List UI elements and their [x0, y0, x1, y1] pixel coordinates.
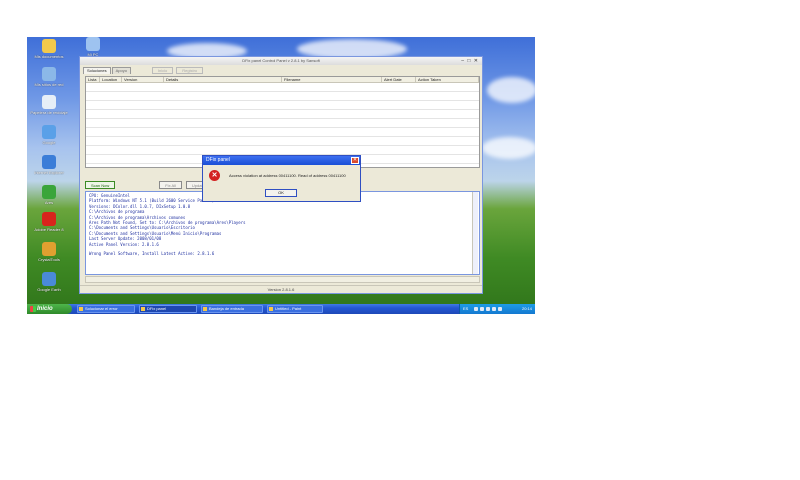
column-header[interactable]: Version	[122, 77, 164, 82]
minimize-icon[interactable]: –	[461, 58, 465, 64]
cloud	[482, 137, 535, 159]
messenger-tray-icon[interactable]	[492, 307, 496, 311]
desktop-icon-item[interactable]: Mi PC	[71, 37, 115, 57]
tab-soluciones[interactable]: Soluciones	[83, 67, 111, 74]
error-dialog[interactable]: DFix panel ✕ ✕ Access violation at addre…	[202, 155, 361, 202]
table-row[interactable]	[86, 101, 479, 110]
desktop-icon-item[interactable]: Google Earth	[27, 272, 71, 292]
taskbar-item[interactable]: Untitled - Paint	[267, 305, 323, 313]
browser-icon	[42, 125, 56, 139]
table-row[interactable]	[86, 137, 479, 146]
folder-icon	[203, 307, 207, 311]
system-tray: ES 20:14	[459, 304, 535, 314]
desktop-icon-label: CrystalTools	[38, 257, 60, 262]
error-icon: ✕	[209, 170, 220, 181]
taskbar-item-label: Solucionar el error	[85, 306, 118, 311]
desktop-icon-label: Adobe Reader 8	[34, 227, 64, 232]
table-row[interactable]	[86, 92, 479, 101]
log-output[interactable]: CPU: GenuineIntel Platform: Windows NT 5.…	[85, 191, 480, 275]
fix-all-button[interactable]: Fix All	[159, 181, 182, 189]
taskbar-item[interactable]: Solucionar el error	[77, 305, 135, 313]
table-row[interactable]	[86, 110, 479, 119]
column-header[interactable]: Alert Date	[382, 77, 416, 82]
desktop-icon-label: Mis documentos	[34, 54, 64, 59]
tray-icons	[474, 307, 502, 311]
app-tabs: Soluciones Apoyo Inicio Registro	[80, 65, 482, 74]
clock[interactable]: 20:14	[522, 304, 532, 314]
window-controls[interactable]: – □ ✕	[461, 57, 479, 65]
taskbar-item[interactable]: Bandeja de entrada	[201, 305, 263, 313]
desktop-icon-label: Ares	[44, 200, 54, 205]
recycle-bin-icon	[42, 95, 56, 109]
table-row[interactable]	[86, 83, 479, 92]
taskbar-item-label: Untitled - Paint	[275, 306, 302, 311]
column-header[interactable]: Action Taken	[416, 77, 479, 82]
close-icon[interactable]: ✕	[474, 58, 479, 64]
desktop-icon-item[interactable]: Mis documentos	[27, 39, 71, 59]
start-button[interactable]: Inicio	[27, 304, 72, 314]
desktop-icon-label: Google Earth	[37, 287, 61, 292]
computer-icon	[86, 37, 100, 51]
action-bar: Scan Now Fix All Update Now	[85, 181, 220, 189]
app-title: DFix panel Control Panel v 2.8.1 by Sans…	[242, 58, 320, 63]
column-header[interactable]: Details	[164, 77, 282, 82]
dialog-title-bar[interactable]: DFix panel ✕	[203, 156, 360, 165]
paint-icon	[269, 307, 273, 311]
status-bar: Version 2.8.1.6	[80, 285, 482, 293]
desktop-icon-label: Mis sitios de red	[34, 82, 64, 87]
log-horizontal-scrollbar[interactable]	[85, 276, 480, 283]
google-earth-icon	[42, 272, 56, 286]
ares-icon	[42, 185, 56, 199]
taskbar-item[interactable]: DFix panel	[139, 305, 197, 313]
volume-tray-icon[interactable]	[480, 307, 484, 311]
column-header[interactable]: Location	[100, 77, 122, 82]
tab-apoyo[interactable]: Apoyo	[111, 67, 131, 74]
cloud	[487, 77, 535, 103]
dialog-close-icon[interactable]: ✕	[351, 157, 359, 164]
desktop-icon-item[interactable]: Mis sitios de red	[27, 67, 71, 87]
desktop-icon-item[interactable]: Ares	[27, 185, 71, 205]
tools-icon	[42, 242, 56, 256]
app-title-bar[interactable]: DFix panel Control Panel v 2.8.1 by Sans…	[80, 57, 482, 65]
network-tray-icon[interactable]	[474, 307, 478, 311]
desktop-icon-item[interactable]: Internet Explorer	[27, 155, 71, 175]
start-label: Inicio	[37, 306, 53, 312]
desktop: Mis documentos Mi PC Mis sitios de red Pape…	[27, 37, 535, 314]
desktop-icon-label: Google	[42, 140, 56, 145]
maximize-icon[interactable]: □	[467, 58, 471, 64]
windows-logo-icon	[30, 306, 36, 312]
network-icon	[42, 67, 56, 81]
table-row[interactable]	[86, 128, 479, 137]
scan-now-button[interactable]: Scan Now	[85, 181, 116, 189]
window-icon	[141, 307, 145, 311]
table-row[interactable]	[86, 146, 479, 155]
language-indicator[interactable]: ES	[463, 304, 468, 314]
dialog-message: Access violation at address 00411100. Re…	[229, 173, 346, 178]
desktop-icon-item[interactable]: CrystalTools	[27, 242, 71, 262]
desktop-icon-item[interactable]: Adobe Reader 8	[27, 212, 71, 232]
documents-icon	[42, 39, 56, 53]
log-vertical-scrollbar[interactable]	[472, 192, 478, 274]
window-icon	[79, 307, 83, 311]
dialog-title: DFix panel	[206, 157, 230, 163]
desktop-icon-label: Internet Explorer	[34, 170, 64, 175]
column-header[interactable]: Lista	[86, 77, 100, 82]
column-header[interactable]: Filename	[282, 77, 382, 82]
log-line: Wrong Panel Software, Install Latest Act…	[89, 251, 215, 257]
dialog-ok-button[interactable]: OK	[265, 189, 297, 197]
adobe-reader-icon	[42, 212, 56, 226]
table-row[interactable]	[86, 119, 479, 128]
toolbar-registro-button[interactable]: Registro	[176, 67, 204, 74]
taskbar-item-label: Bandeja de entrada	[209, 306, 244, 311]
taskbar: Inicio Solucionar el error DFix panel Ba…	[27, 304, 535, 314]
security-tray-icon[interactable]	[486, 307, 490, 311]
desktop-icon-item[interactable]: Google	[27, 125, 71, 145]
internet-explorer-icon	[42, 155, 56, 169]
toolbar-inicio-button[interactable]: Inicio	[151, 67, 174, 74]
desktop-icon-item[interactable]: Papelera de reciclaje	[27, 95, 71, 115]
update-tray-icon[interactable]	[498, 307, 502, 311]
desktop-icon-label: Papelera de reciclaje	[30, 110, 68, 115]
taskbar-item-label: DFix panel	[147, 306, 167, 311]
